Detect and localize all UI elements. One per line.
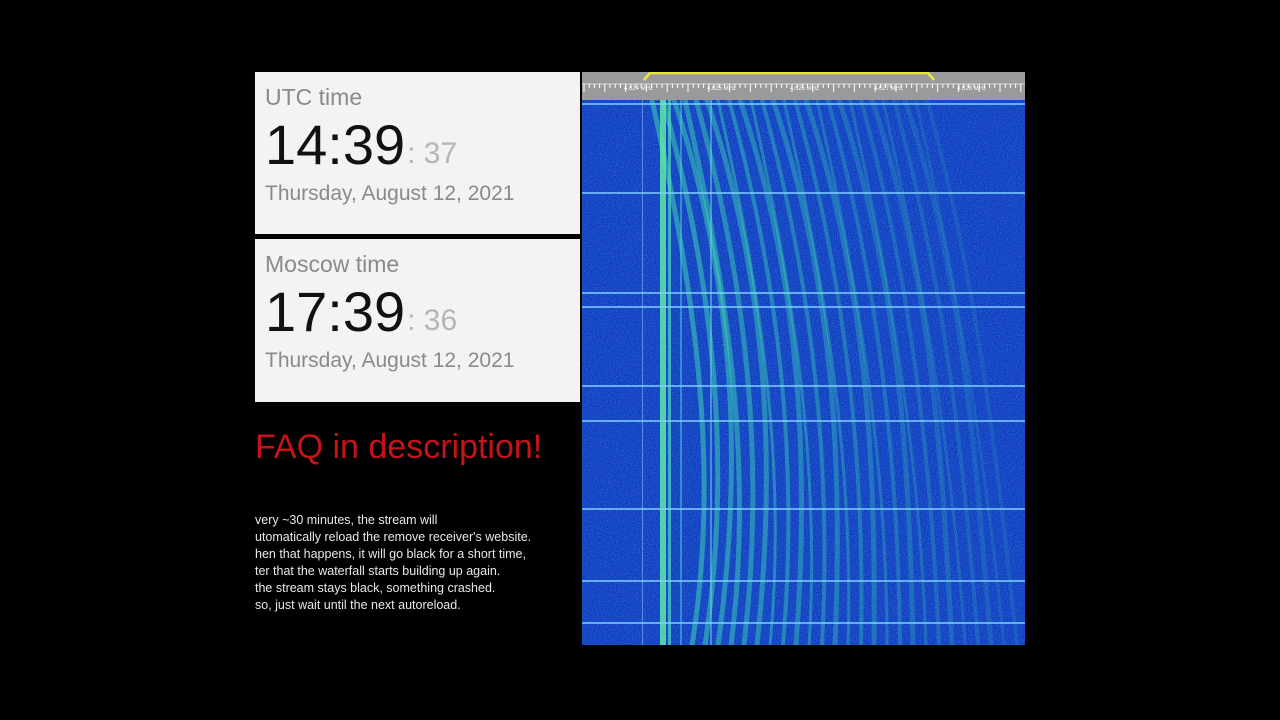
freq-label: 4.625 MHz (707, 86, 737, 92)
interference-line (582, 622, 1025, 624)
frequency-scale[interactable]: 4.624 MHz 4.625 MHz 4.626 MHz 4.627 MHz … (582, 72, 1025, 100)
moscow-clock-label: Moscow time (265, 251, 400, 277)
grid-line (642, 100, 643, 645)
utc-date: Thursday, August 12, 2021 (265, 182, 515, 205)
utc-hours-minutes: 14:39 (265, 113, 406, 176)
interference-line (582, 292, 1025, 294)
moscow-hours-minutes: 17:39 (265, 280, 406, 343)
utc-seconds: : 37 (407, 137, 458, 170)
faq-text: very ~30 minutes, the stream will utomat… (255, 512, 580, 614)
waterfall-display: 4.624 MHz 4.625 MHz 4.626 MHz 4.627 MHz … (582, 72, 1025, 645)
interference-line (582, 385, 1025, 387)
moscow-clock-time: 17:39 : 36 (265, 284, 580, 340)
interference-line (582, 580, 1025, 582)
faq-line: hen that happens, it will go black for a… (255, 547, 526, 561)
waterfall-spectrogram[interactable] (582, 100, 1025, 645)
utc-clock-label: UTC time (265, 84, 363, 110)
faq-line: so, just wait until the next autoreload. (255, 598, 461, 612)
interference-line (582, 306, 1025, 308)
faq-line: utomatically reload the remove receiver'… (255, 530, 532, 544)
carrier-line (680, 100, 682, 645)
freq-label: 4.628 MHz (957, 86, 987, 92)
interference-line (582, 103, 1025, 105)
interference-line (582, 508, 1025, 510)
stream-frame: UTC time 14:39 : 37 Thursday, August 12,… (0, 0, 1280, 720)
freq-label: 4.627 MHz (874, 86, 904, 92)
carrier-line (710, 100, 712, 645)
moscow-seconds: : 36 (407, 304, 458, 337)
moscow-clock-panel: Moscow time 17:39 : 36 Thursday, August … (255, 239, 580, 402)
passband-marker[interactable] (643, 72, 935, 81)
freq-label: 4.624 MHz (624, 86, 654, 92)
faq-line: very ~30 minutes, the stream will (255, 513, 438, 527)
faq-heading: FAQ in description! (255, 428, 543, 466)
faq-line: ter that the waterfall starts building u… (255, 564, 501, 578)
utc-clock-time: 14:39 : 37 (265, 117, 580, 173)
freq-label: 4.626 MHz (790, 86, 820, 92)
interference-line (582, 420, 1025, 422)
carrier-line (660, 100, 666, 645)
utc-clock-panel: UTC time 14:39 : 37 Thursday, August 12,… (255, 72, 580, 234)
faq-line: the stream stays black, something crashe… (255, 581, 496, 595)
moscow-date: Thursday, August 12, 2021 (265, 349, 515, 372)
interference-line (582, 192, 1025, 194)
carrier-line (668, 100, 671, 645)
